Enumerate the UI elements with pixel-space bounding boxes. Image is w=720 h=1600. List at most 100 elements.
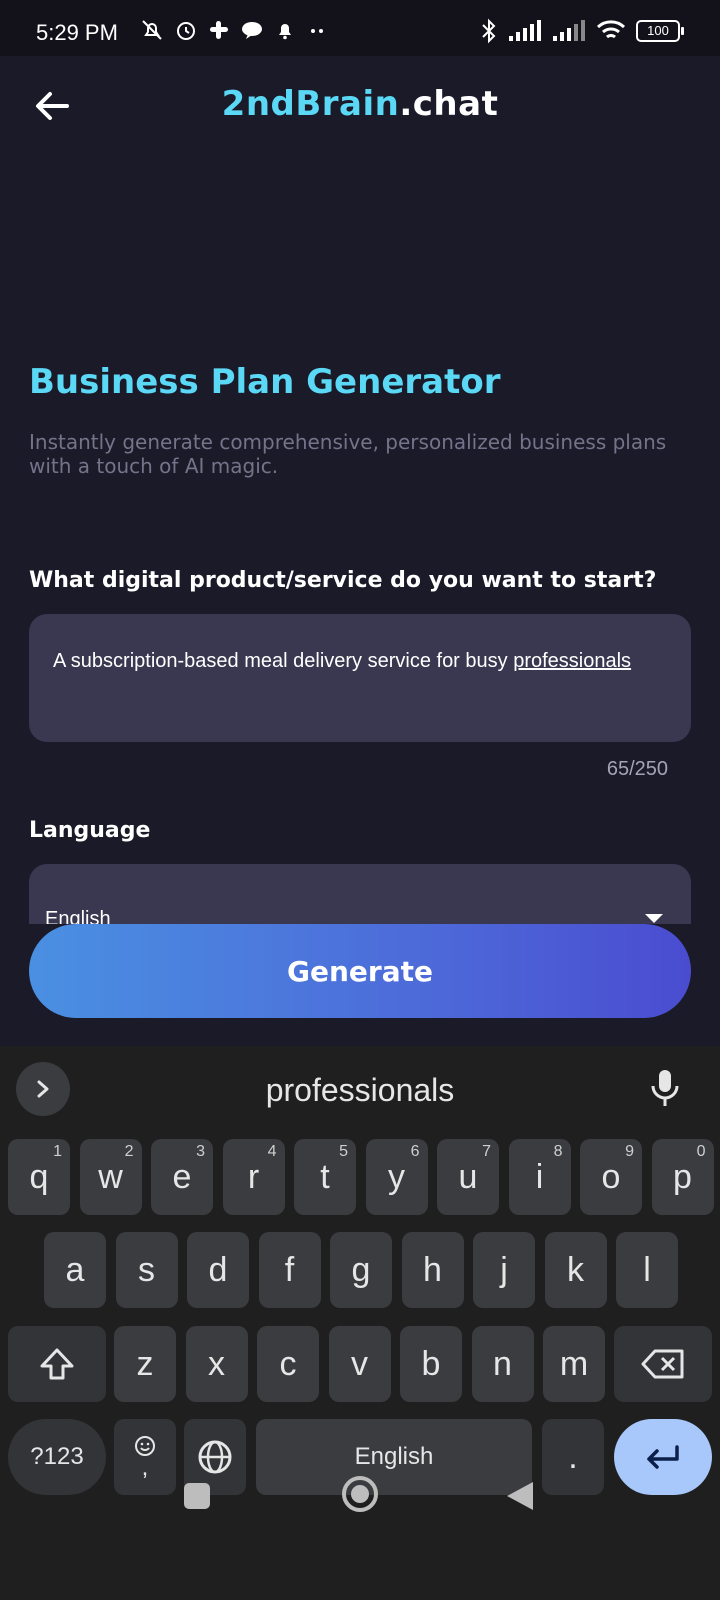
- notification-icons: [140, 18, 328, 42]
- key-x-label: x: [208, 1344, 225, 1383]
- key-w[interactable]: w2: [79, 1139, 142, 1215]
- suggestion-bar: professionals: [0, 1046, 720, 1136]
- key-o-label: o: [601, 1157, 621, 1196]
- product-text-composing: professionals: [513, 650, 632, 672]
- backspace-key[interactable]: [614, 1326, 712, 1402]
- key-hint: 6: [410, 1143, 420, 1160]
- key-j-label: j: [500, 1250, 508, 1289]
- key-l[interactable]: l: [616, 1232, 678, 1308]
- product-text: A subscription-based meal delivery servi…: [53, 650, 514, 672]
- key-z[interactable]: z: [114, 1326, 176, 1402]
- key-l-label: l: [643, 1250, 651, 1289]
- key-r[interactable]: r4: [222, 1139, 285, 1215]
- key-hint: 0: [696, 1143, 706, 1160]
- key-hint: 5: [339, 1143, 348, 1160]
- key-g-label: g: [351, 1250, 371, 1289]
- key-hint: 9: [625, 1143, 634, 1160]
- product-question-label: What digital product/service do you want…: [29, 568, 657, 593]
- chat-icon: [242, 22, 262, 39]
- bell-icon: [279, 24, 291, 40]
- language-select[interactable]: English: [29, 864, 691, 924]
- wifi-icon: [596, 20, 626, 39]
- key-x[interactable]: x: [185, 1326, 248, 1402]
- key-h-label: h: [423, 1250, 442, 1289]
- key-a-label: a: [65, 1250, 85, 1289]
- key-p[interactable]: p0: [651, 1139, 714, 1215]
- key-v-label: v: [351, 1344, 368, 1383]
- key-o[interactable]: o9: [580, 1139, 642, 1215]
- key-v[interactable]: v: [328, 1326, 391, 1402]
- key-u-label: u: [458, 1157, 478, 1196]
- key-h[interactable]: h: [401, 1232, 464, 1308]
- key-s[interactable]: s: [115, 1232, 178, 1308]
- key-w-label: w: [98, 1157, 123, 1196]
- generate-label: Generate: [287, 954, 433, 988]
- product-description-input[interactable]: A subscription-based meal delivery servi…: [29, 614, 691, 742]
- key-c-label: c: [279, 1344, 297, 1383]
- key-f[interactable]: f: [258, 1232, 321, 1308]
- page-subtitle: Instantly generate comprehensive, person…: [29, 430, 667, 478]
- key-b-label: b: [421, 1344, 441, 1383]
- brand-accent: 2ndBrain: [221, 84, 400, 124]
- backspace-icon: [641, 1349, 684, 1379]
- more-dots-icon: [311, 29, 323, 33]
- shift-key[interactable]: [8, 1326, 106, 1402]
- key-i[interactable]: i8: [508, 1139, 571, 1215]
- key-t-label: t: [320, 1157, 330, 1196]
- status-time: 5:29 PM: [36, 20, 118, 45]
- key-m[interactable]: m: [543, 1326, 605, 1402]
- mute-bell-icon: [142, 20, 162, 40]
- status-bar: 5:29 PM 100: [0, 0, 720, 56]
- key-n-label: n: [493, 1344, 512, 1383]
- signal-icon: [509, 20, 541, 41]
- key-p-label: p: [673, 1157, 692, 1196]
- key-e-label: e: [172, 1157, 192, 1196]
- caret-down-icon: [645, 914, 663, 923]
- slack-icon: [210, 21, 228, 39]
- key-c[interactable]: c: [257, 1326, 319, 1402]
- brand-logo: 2ndBrain.chat: [0, 84, 720, 124]
- system-icons: 100: [480, 18, 684, 44]
- shift-icon: [40, 1348, 74, 1380]
- key-n[interactable]: n: [471, 1326, 534, 1402]
- generate-button[interactable]: Generate: [29, 924, 691, 1018]
- key-g[interactable]: g: [330, 1232, 392, 1308]
- back-nav-button[interactable]: [505, 1480, 535, 1512]
- key-k-label: k: [567, 1250, 584, 1289]
- navigation-bar: [0, 1440, 720, 1600]
- key-k[interactable]: k: [544, 1232, 607, 1308]
- key-hint: 3: [196, 1143, 205, 1160]
- key-f-label: f: [284, 1250, 295, 1289]
- language-value: English: [45, 908, 111, 924]
- key-b[interactable]: b: [400, 1326, 462, 1402]
- battery-icon: 100: [636, 20, 684, 42]
- key-q[interactable]: q1: [8, 1139, 70, 1215]
- key-e[interactable]: e3: [151, 1139, 213, 1215]
- key-u[interactable]: u7: [437, 1139, 499, 1215]
- key-y[interactable]: y6: [365, 1139, 428, 1215]
- bluetooth-icon: [482, 18, 496, 44]
- key-d[interactable]: d: [187, 1232, 249, 1308]
- recents-button[interactable]: [183, 1482, 211, 1510]
- key-j[interactable]: j: [473, 1232, 535, 1308]
- key-a[interactable]: a: [44, 1232, 106, 1308]
- key-hint: 8: [553, 1143, 563, 1160]
- key-d-label: d: [208, 1250, 228, 1289]
- word-suggestion[interactable]: professionals: [0, 1072, 720, 1109]
- key-s-label: s: [138, 1250, 155, 1289]
- signal-icon: [553, 20, 585, 41]
- brand-rest: .chat: [399, 84, 499, 124]
- key-y-label: y: [388, 1157, 405, 1196]
- home-button[interactable]: [340, 1474, 380, 1514]
- mic-icon[interactable]: [650, 1068, 680, 1108]
- page-title: Business Plan Generator: [29, 362, 501, 402]
- key-q-label: q: [29, 1157, 49, 1196]
- language-label: Language: [29, 818, 151, 843]
- key-t[interactable]: t5: [294, 1139, 356, 1215]
- alarm-icon: [177, 22, 195, 40]
- key-hint: 2: [124, 1143, 134, 1160]
- char-counter: 65/250: [606, 758, 668, 780]
- key-hint: 4: [267, 1143, 277, 1160]
- key-m-label: m: [559, 1344, 589, 1383]
- key-r-label: r: [247, 1157, 260, 1196]
